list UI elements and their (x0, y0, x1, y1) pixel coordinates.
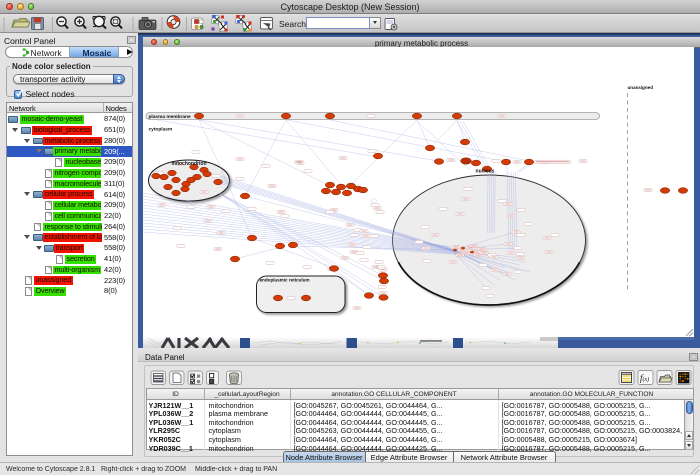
svg-text:unassigned: unassigned (628, 85, 654, 90)
svg-text:nucleus: nucleus (476, 169, 495, 175)
svg-text:endoplasmic reticulum: endoplasmic reticulum (260, 278, 310, 283)
svg-text:plasma membrane: plasma membrane (149, 114, 191, 120)
svg-text:cytoplasm: cytoplasm (149, 127, 173, 133)
svg-text:mitochondrion: mitochondrion (172, 161, 207, 167)
